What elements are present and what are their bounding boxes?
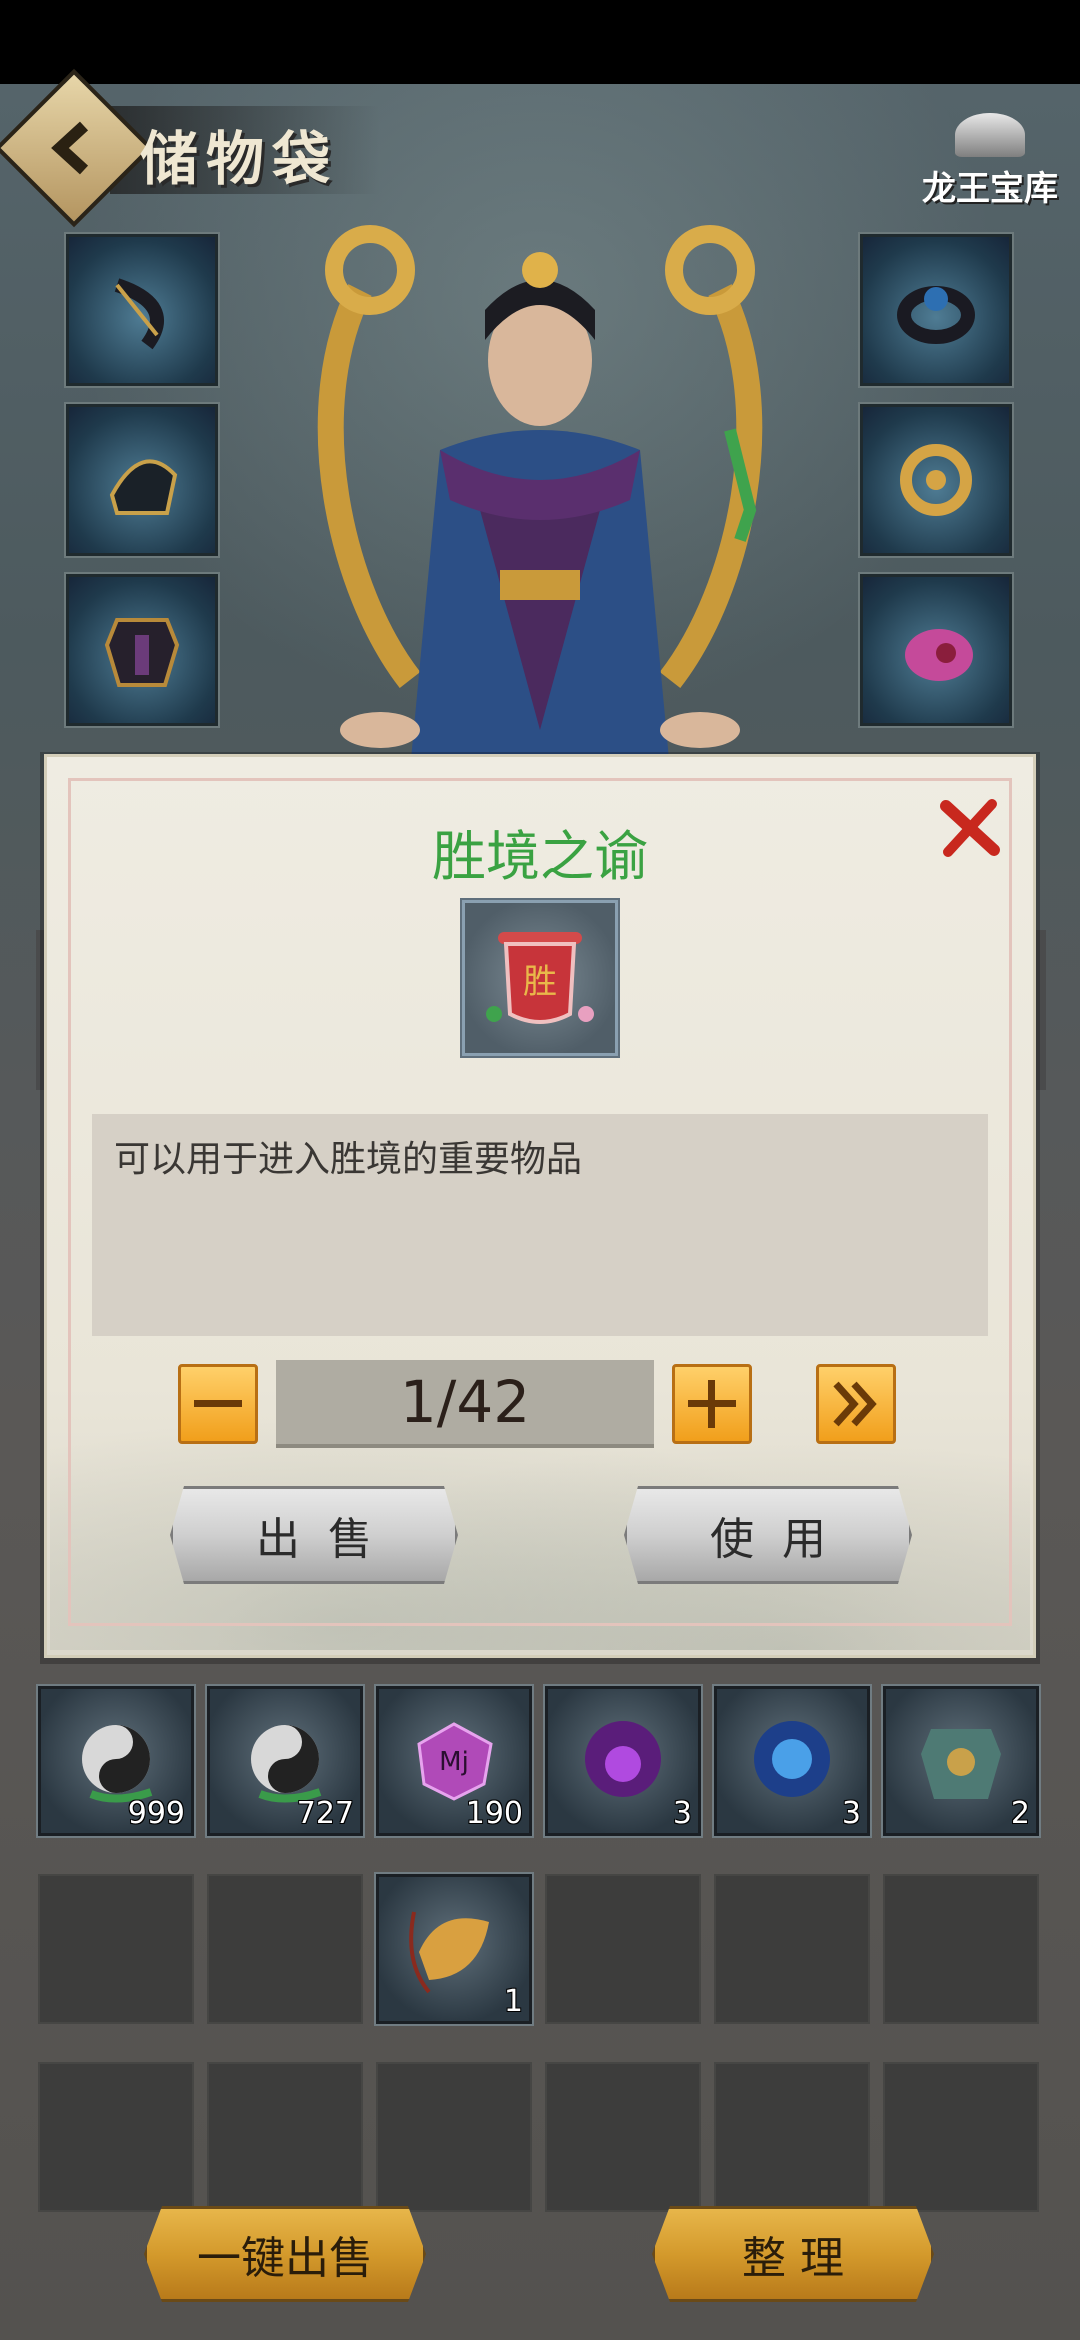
- equip-slot-armor[interactable]: [64, 572, 220, 728]
- inventory-item[interactable]: 2: [881, 1684, 1041, 1838]
- increase-quantity-button[interactable]: [672, 1364, 752, 1444]
- inventory-item[interactable]: 3: [712, 1684, 872, 1838]
- max-quantity-button[interactable]: [816, 1364, 896, 1444]
- double-chevron-right-icon: [833, 1381, 877, 1427]
- character-figure: [317, 225, 763, 770]
- svg-text:胜: 胜: [523, 962, 557, 1002]
- item-count: 727: [296, 1796, 354, 1831]
- fish-charm-icon: [905, 629, 973, 681]
- inventory-empty-slot: [38, 2062, 194, 2212]
- dragon-icon: [955, 113, 1025, 157]
- golden-charm-icon: [399, 1892, 509, 2006]
- dragon-treasury-button[interactable]: 龙王宝库: [905, 100, 1075, 210]
- inventory-empty-slot: [207, 2062, 363, 2212]
- inventory-item[interactable]: 3: [543, 1684, 703, 1838]
- dragon-treasury-label: 龙王宝库: [922, 169, 1058, 209]
- inventory-empty-slot: [376, 2062, 532, 2212]
- equip-slot-ring[interactable]: [858, 232, 1014, 388]
- ring-icon: [897, 286, 975, 344]
- inventory-empty-slot: [207, 1874, 363, 2024]
- inventory-empty-slot: [714, 2062, 870, 2212]
- item-icon-frame: 胜: [460, 898, 620, 1058]
- item-title: 胜境之谕: [432, 825, 648, 888]
- item-count: 1: [503, 1984, 523, 2019]
- sort-button[interactable]: 整 理: [652, 2206, 934, 2302]
- decrease-quantity-button[interactable]: [178, 1364, 258, 1444]
- equip-slot-weapon[interactable]: [64, 232, 220, 388]
- armor-icon: [104, 618, 180, 687]
- inventory-item[interactable]: Mj 190: [374, 1684, 534, 1838]
- inventory-empty-slot: [545, 2062, 701, 2212]
- item-count: 999: [127, 1796, 185, 1831]
- minus-icon: [194, 1400, 242, 1407]
- close-button[interactable]: [938, 796, 1002, 860]
- sell-all-button[interactable]: 一键出售: [144, 2206, 426, 2302]
- scroll-banner-icon: 胜: [486, 932, 594, 1024]
- page-title: 储物袋: [140, 125, 339, 193]
- inventory-empty-slot: [38, 1874, 194, 2024]
- inventory-empty-slot: [714, 1874, 870, 2024]
- equip-slot-amulet[interactable]: [858, 402, 1014, 558]
- item-count: 3: [841, 1796, 861, 1831]
- bow-icon: [114, 278, 164, 350]
- sell-button[interactable]: 出售: [170, 1486, 458, 1584]
- purple-orb-icon: [568, 1704, 678, 1818]
- status-bar: [0, 0, 1080, 84]
- equip-slot-charm[interactable]: [858, 572, 1014, 728]
- plus-icon: [688, 1380, 736, 1428]
- inventory-item[interactable]: 999: [36, 1684, 196, 1838]
- blue-orb-icon: [737, 1704, 847, 1818]
- item-count: 3: [672, 1796, 692, 1831]
- item-description: 可以用于进入胜境的重要物品: [114, 1139, 583, 1180]
- equip-slot-helmet[interactable]: [64, 402, 220, 558]
- use-button[interactable]: 使用: [624, 1486, 912, 1584]
- inventory-empty-slot: [883, 1874, 1039, 2024]
- item-count: 2: [1010, 1796, 1030, 1831]
- item-count: 190: [465, 1796, 523, 1831]
- quantity-display: 1/42: [276, 1360, 654, 1448]
- inventory-empty-slot: [545, 1874, 701, 2024]
- inventory-item[interactable]: 727: [205, 1684, 365, 1838]
- close-icon: [940, 799, 1000, 857]
- inventory-empty-slot: [883, 2062, 1039, 2212]
- inventory-item[interactable]: 1: [374, 1872, 534, 2026]
- helmet-icon: [109, 459, 178, 515]
- dragon-amulet-icon: [900, 444, 972, 516]
- armor-vest-icon: [906, 1704, 1016, 1818]
- chevron-left-icon[interactable]: [30, 104, 118, 192]
- svg-text:Mj: Mj: [439, 1747, 469, 1777]
